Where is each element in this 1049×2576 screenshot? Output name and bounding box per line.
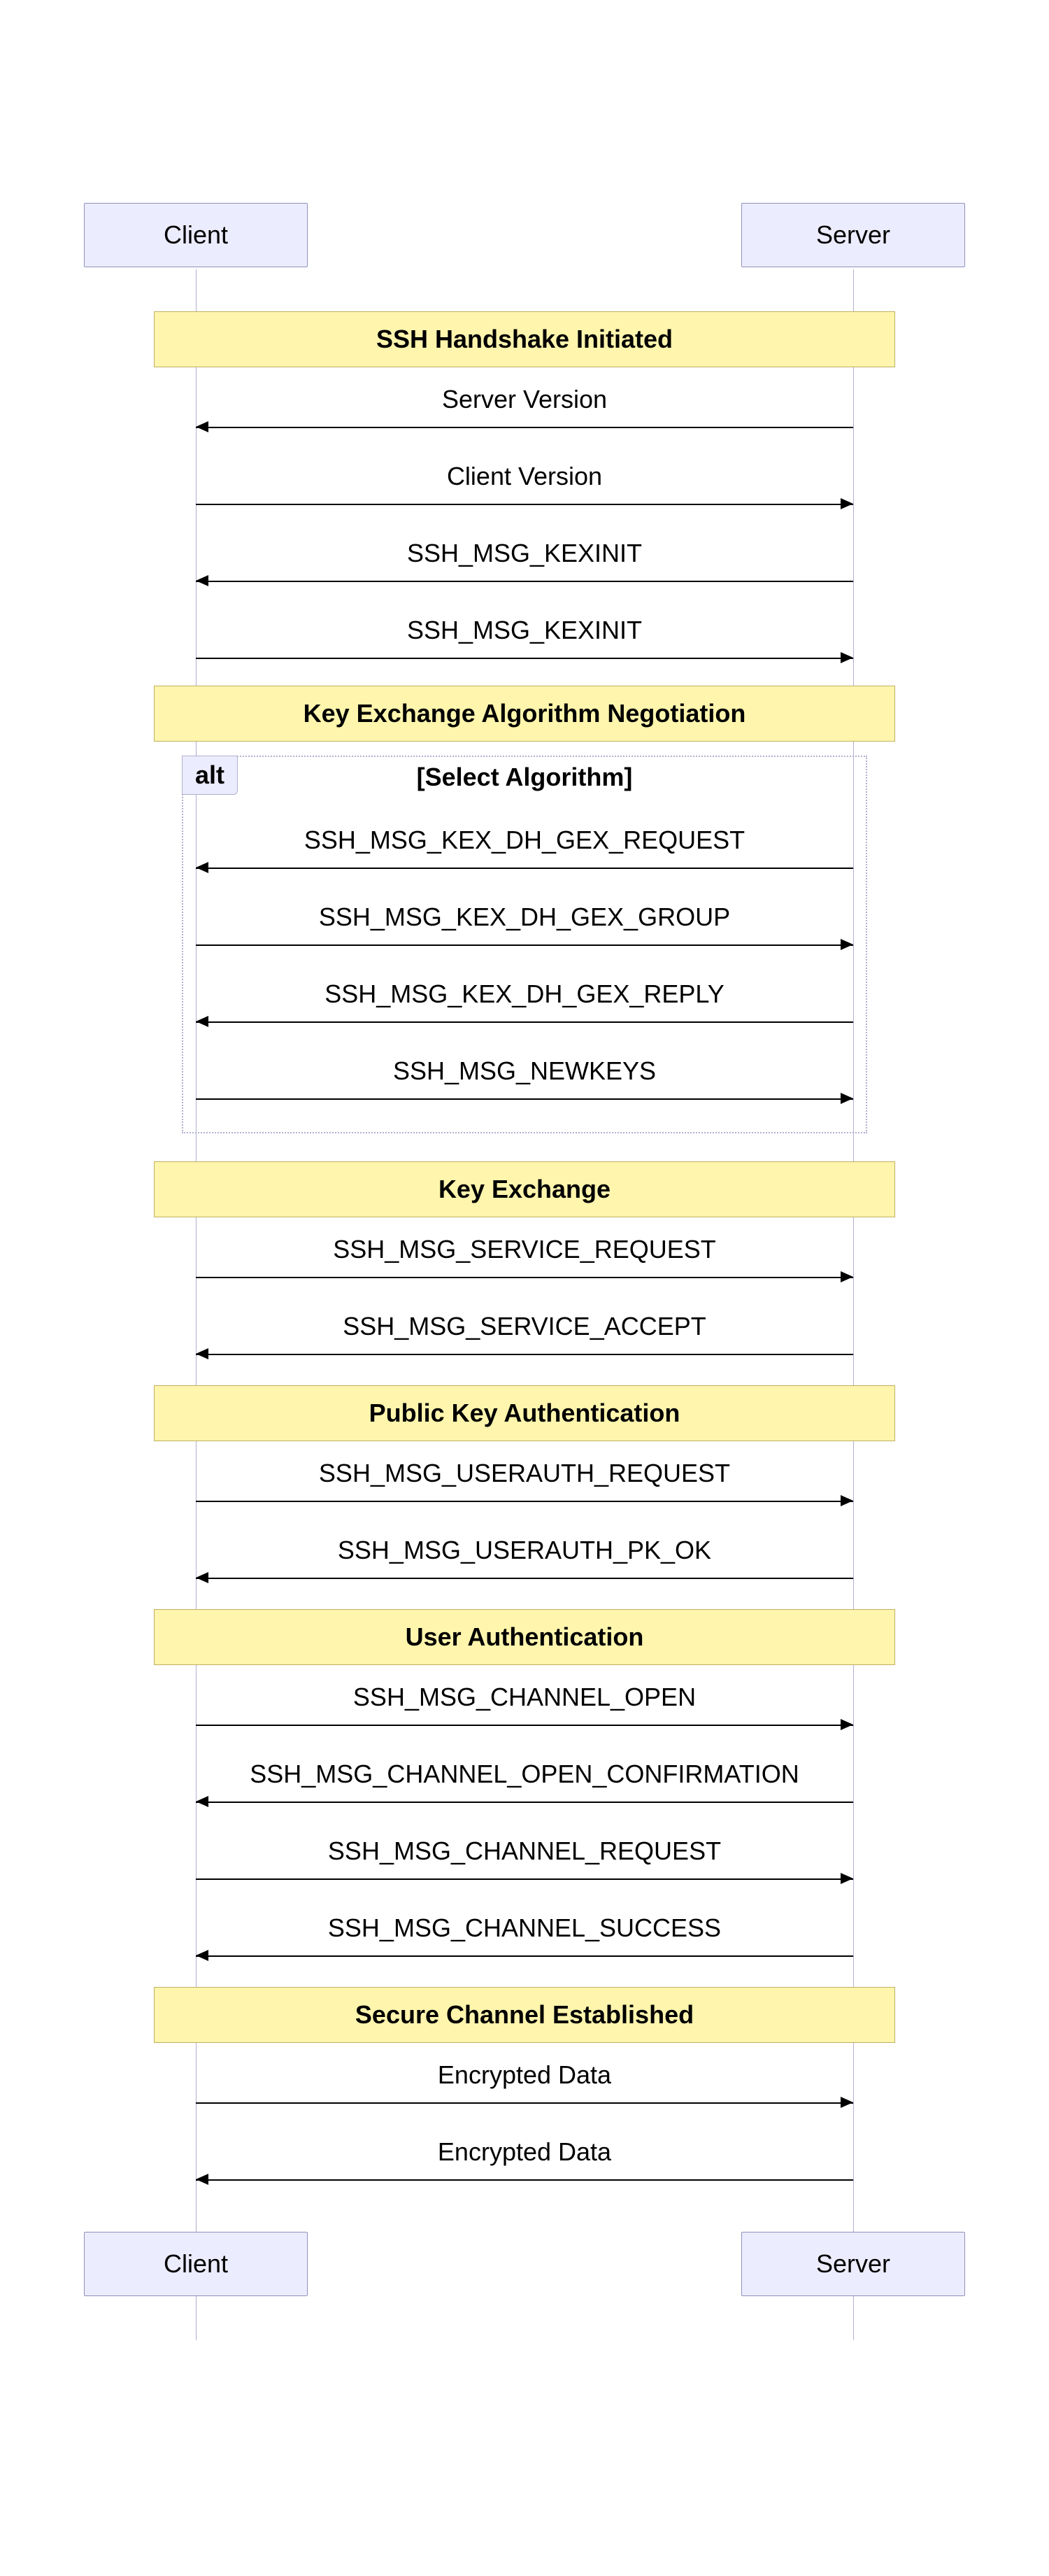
participant-client-top: Client <box>84 203 308 267</box>
arrow-m15 <box>196 1878 853 1880</box>
msg-gex-request: SSH_MSG_KEX_DH_GEX_REQUEST <box>196 826 853 855</box>
msg-channel-request: SSH_MSG_CHANNEL_REQUEST <box>196 1837 853 1866</box>
note-user-auth-label: User Authentication <box>406 1622 644 1651</box>
arrowhead-m11 <box>841 1495 853 1506</box>
msg-service-request: SSH_MSG_SERVICE_REQUEST <box>196 1235 853 1264</box>
msg-kexinit-2: SSH_MSG_KEXINIT <box>196 616 853 645</box>
arrow-m10 <box>196 1354 853 1355</box>
arrowhead-m14 <box>196 1796 208 1807</box>
msg-service-accept: SSH_MSG_SERVICE_ACCEPT <box>196 1312 853 1341</box>
note-key-exchange-label: Key Exchange <box>438 1175 611 1203</box>
participant-server-bottom-label: Server <box>816 2249 890 2278</box>
participant-client-bottom-label: Client <box>164 2249 228 2278</box>
note-ssh-handshake: SSH Handshake Initiated <box>154 311 895 367</box>
arrowhead-m12 <box>196 1572 208 1583</box>
arrow-m11 <box>196 1501 853 1502</box>
note-secure-channel-label: Secure Channel Established <box>355 2000 694 2029</box>
arrow-m12 <box>196 1578 853 1579</box>
msg-gex-group: SSH_MSG_KEX_DH_GEX_GROUP <box>196 903 853 932</box>
msg-server-version: Server Version <box>196 385 853 414</box>
arrowhead-m17 <box>841 2097 853 2108</box>
arrowhead-m3 <box>196 575 208 586</box>
msg-channel-open-confirm: SSH_MSG_CHANNEL_OPEN_CONFIRMATION <box>196 1760 853 1789</box>
msg-kexinit-1: SSH_MSG_KEXINIT <box>196 539 853 568</box>
msg-userauth-pk-ok: SSH_MSG_USERAUTH_PK_OK <box>196 1536 853 1565</box>
note-ssh-handshake-label: SSH Handshake Initiated <box>376 325 673 353</box>
msg-client-version: Client Version <box>196 462 853 491</box>
note-pubkey-auth: Public Key Authentication <box>154 1385 895 1441</box>
participant-client-bottom: Client <box>84 2232 308 2296</box>
arrow-m17 <box>196 2102 853 2104</box>
arrowhead-m8 <box>841 1093 853 1104</box>
note-secure-channel: Secure Channel Established <box>154 1987 895 2043</box>
arrowhead-m2 <box>841 498 853 509</box>
arrowhead-m13 <box>841 1719 853 1730</box>
arrow-m4 <box>196 658 853 659</box>
msg-encrypted-1: Encrypted Data <box>196 2060 853 2090</box>
participant-server-top-label: Server <box>816 220 890 249</box>
arrowhead-m16 <box>196 1950 208 1961</box>
msg-channel-success: SSH_MSG_CHANNEL_SUCCESS <box>196 1913 853 1943</box>
arrow-m6 <box>196 944 853 946</box>
arrow-m5 <box>196 868 853 869</box>
arrowhead-m7 <box>196 1016 208 1027</box>
arrow-m16 <box>196 1955 853 1957</box>
arrowhead-m15 <box>841 1873 853 1884</box>
msg-newkeys: SSH_MSG_NEWKEYS <box>196 1056 853 1086</box>
arrow-m9 <box>196 1277 853 1278</box>
arrow-m1 <box>196 427 853 428</box>
arrowhead-m4 <box>841 652 853 663</box>
arrow-m3 <box>196 581 853 582</box>
arrowhead-m10 <box>196 1348 208 1359</box>
msg-channel-open: SSH_MSG_CHANNEL_OPEN <box>196 1683 853 1712</box>
arrowhead-m18 <box>196 2174 208 2185</box>
msg-gex-reply: SSH_MSG_KEX_DH_GEX_REPLY <box>196 979 853 1009</box>
msg-userauth-request: SSH_MSG_USERAUTH_REQUEST <box>196 1459 853 1488</box>
alt-title: [Select Algorithm] <box>196 763 853 792</box>
note-kex-negotiation: Key Exchange Algorithm Negotiation <box>154 686 895 742</box>
note-pubkey-auth-label: Public Key Authentication <box>369 1399 680 1427</box>
arrowhead-m6 <box>841 939 853 950</box>
arrow-m2 <box>196 504 853 505</box>
note-kex-negotiation-label: Key Exchange Algorithm Negotiation <box>304 699 746 728</box>
arrowhead-m1 <box>196 421 208 432</box>
participant-client-top-label: Client <box>164 220 228 249</box>
arrow-m7 <box>196 1021 853 1023</box>
arrowhead-m9 <box>841 1271 853 1282</box>
arrow-m8 <box>196 1098 853 1100</box>
arrow-m13 <box>196 1725 853 1726</box>
participant-server-bottom: Server <box>741 2232 965 2296</box>
participant-server-top: Server <box>741 203 965 267</box>
arrowhead-m5 <box>196 862 208 873</box>
arrow-m14 <box>196 1802 853 1803</box>
note-user-auth: User Authentication <box>154 1609 895 1665</box>
note-key-exchange: Key Exchange <box>154 1161 895 1217</box>
msg-encrypted-2: Encrypted Data <box>196 2137 853 2167</box>
arrow-m18 <box>196 2179 853 2181</box>
